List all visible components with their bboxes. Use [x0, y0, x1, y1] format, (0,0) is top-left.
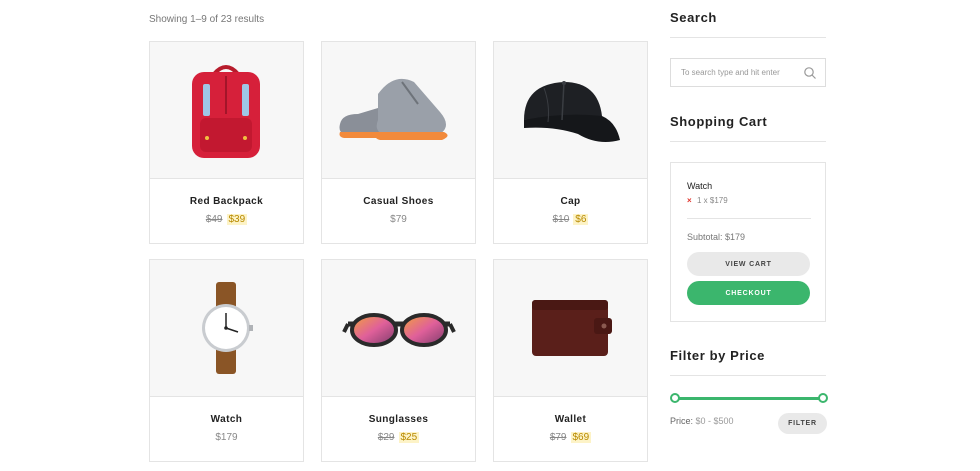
search-heading: Search — [670, 10, 826, 38]
product-card-sunglasses[interactable]: Sunglasses $29 $25 — [321, 259, 476, 462]
cart-item-name[interactable]: Watch — [687, 181, 712, 191]
wallet-image[interactable] — [494, 260, 647, 397]
product-card-casual-shoes[interactable]: Casual Shoes $79 — [321, 41, 476, 244]
price-range-slider[interactable] — [670, 393, 828, 403]
cart-divider — [687, 218, 811, 219]
product-price: $79 — [322, 214, 475, 225]
product-card-wallet[interactable]: Wallet $79 $69 — [493, 259, 648, 462]
watch-image[interactable] — [150, 260, 303, 397]
product-name[interactable]: Cap — [494, 196, 647, 207]
old-price: $29 — [377, 432, 395, 443]
old-price: $79 — [549, 432, 567, 443]
product-price: $179 — [150, 432, 303, 443]
product-card-watch[interactable]: Watch $179 — [149, 259, 304, 462]
product-price: $79 $69 — [494, 432, 647, 443]
shoes-image[interactable] — [322, 42, 475, 179]
search-icon[interactable] — [803, 66, 817, 85]
regular-price: $79 — [390, 214, 407, 225]
product-name[interactable]: Wallet — [494, 414, 647, 425]
cap-image[interactable] — [494, 42, 647, 179]
shopping-cart-heading: Shopping Cart — [670, 114, 826, 142]
search-input[interactable] — [671, 59, 801, 86]
backpack-image[interactable] — [150, 42, 303, 179]
results-count: Showing 1–9 of 23 results — [149, 14, 265, 25]
cart-subtotal: Subtotal: $179 — [687, 232, 746, 242]
sale-price: $69 — [570, 432, 592, 443]
search-box — [670, 58, 826, 87]
product-price: $10 $6 — [494, 214, 647, 225]
product-name[interactable]: Watch — [150, 414, 303, 425]
sale-price: $39 — [226, 214, 248, 225]
cart-widget: Watch × 1 x $179 Subtotal: $179 VIEW CAR… — [670, 162, 826, 322]
cart-item-quantity: 1 x $179 — [697, 196, 728, 205]
price-range-label: Price: $0 - $500 — [670, 416, 734, 426]
old-price: $10 — [552, 214, 570, 225]
product-price: $49 $39 — [150, 214, 303, 225]
view-cart-button[interactable]: VIEW CART — [687, 252, 810, 276]
product-card-cap[interactable]: Cap $10 $6 — [493, 41, 648, 244]
product-card-red-backpack[interactable]: Red Backpack $49 $39 — [149, 41, 304, 244]
slider-min-handle[interactable] — [670, 393, 680, 403]
filter-button[interactable]: FILTER — [778, 413, 827, 434]
remove-item-icon[interactable]: × — [687, 196, 692, 205]
slider-track — [675, 397, 823, 400]
checkout-button[interactable]: CHECKOUT — [687, 281, 810, 305]
sale-price: $6 — [573, 214, 589, 225]
filter-by-price-heading: Filter by Price — [670, 348, 826, 376]
sunglasses-image[interactable] — [322, 260, 475, 397]
slider-max-handle[interactable] — [818, 393, 828, 403]
product-name[interactable]: Sunglasses — [322, 414, 475, 425]
price-range-value: $0 - $500 — [695, 416, 734, 426]
price-label: Price: — [670, 416, 694, 426]
sale-price: $25 — [398, 432, 420, 443]
product-name[interactable]: Red Backpack — [150, 196, 303, 207]
old-price: $49 — [205, 214, 223, 225]
regular-price: $179 — [215, 432, 238, 443]
product-price: $29 $25 — [322, 432, 475, 443]
product-name[interactable]: Casual Shoes — [322, 196, 475, 207]
